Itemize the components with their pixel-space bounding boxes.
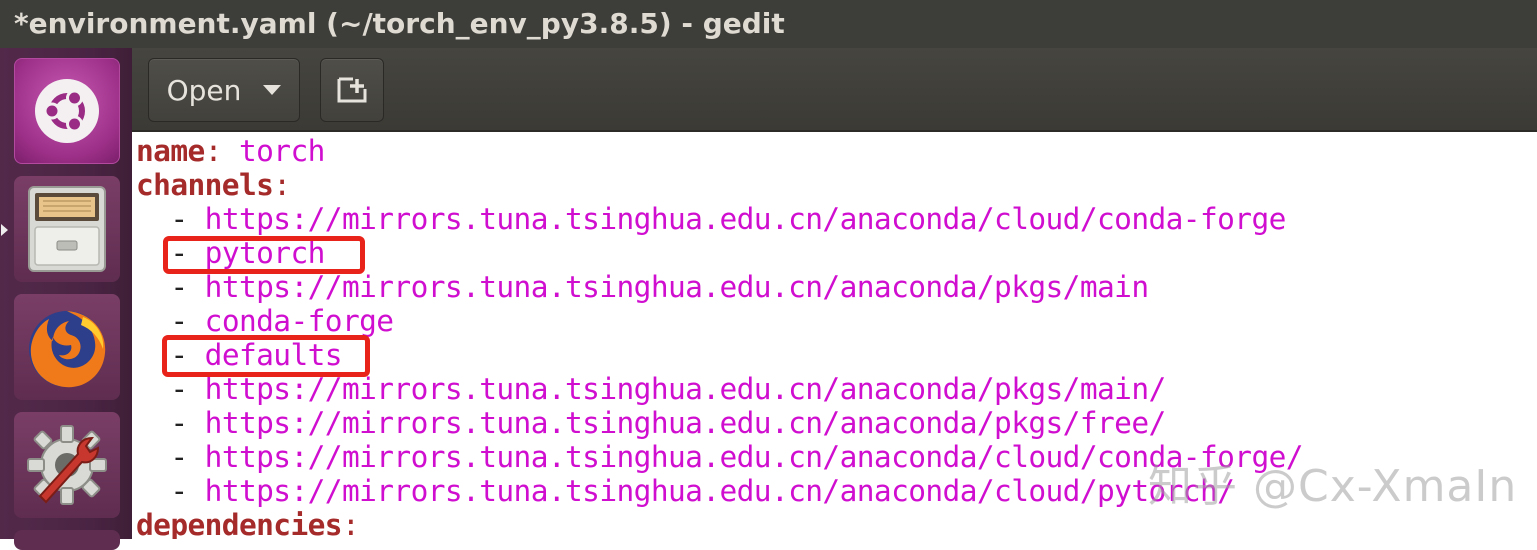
code-line: - https://mirrors.tuna.tsinghua.edu.cn/a…: [136, 440, 1303, 474]
list-dash: -: [136, 202, 205, 236]
gedit-toolbar: Open: [132, 48, 1537, 132]
channel-url: https://mirrors.tuna.tsinghua.edu.cn/ana…: [204, 202, 1287, 236]
code-line: - https://mirrors.tuna.tsinghua.edu.cn/a…: [136, 406, 1166, 440]
caret-down-icon: [263, 85, 282, 95]
launcher-item-partial[interactable]: [14, 530, 120, 550]
list-dash: -: [136, 440, 205, 474]
code-line: dependencies:: [136, 508, 360, 539]
code-line: - https://mirrors.tuna.tsinghua.edu.cn/a…: [136, 270, 1149, 304]
yaml-key: dependencies: [136, 508, 343, 539]
list-dash: -: [136, 406, 205, 440]
list-dash: -: [136, 304, 205, 338]
yaml-key: name: [136, 134, 205, 168]
list-dash: -: [136, 474, 205, 508]
code-line: channels:: [136, 168, 291, 202]
launcher-item-firefox[interactable]: [14, 294, 120, 400]
code-line: name: torch: [136, 134, 325, 168]
ubuntu-logo-icon: [35, 79, 99, 143]
yaml-separator: :: [341, 508, 360, 539]
active-indicator-arrow: [1, 224, 8, 236]
watermark: 知乎 @Cx-XmaIn: [1148, 461, 1518, 512]
yaml-value: torch: [238, 134, 325, 168]
code-line: - https://mirrors.tuna.tsinghua.edu.cn/a…: [136, 202, 1286, 236]
highlight-box-pytorch: [163, 236, 365, 274]
channel-url: https://mirrors.tuna.tsinghua.edu.cn/ana…: [204, 406, 1167, 440]
list-dash: -: [136, 372, 205, 406]
window-title: *environment.yaml (~/torch_env_py3.8.5) …: [0, 0, 1537, 48]
highlight-box-defaults: [162, 335, 370, 377]
channel-url: https://mirrors.tuna.tsinghua.edu.cn/ana…: [204, 474, 1235, 508]
yaml-key: channels: [136, 168, 274, 202]
launcher-item-dash[interactable]: [14, 58, 120, 164]
unity-launcher: [0, 48, 134, 550]
channel-name: conda-forge: [204, 304, 394, 338]
list-dash: -: [136, 270, 205, 304]
yaml-separator: :: [273, 168, 291, 202]
settings-gear-wrench-icon: [27, 425, 107, 505]
code-line: - https://mirrors.tuna.tsinghua.edu.cn/a…: [136, 474, 1235, 508]
channel-url: https://mirrors.tuna.tsinghua.edu.cn/ana…: [204, 372, 1167, 406]
open-button[interactable]: Open: [148, 58, 300, 122]
launcher-item-files[interactable]: [14, 176, 120, 282]
channel-url: https://mirrors.tuna.tsinghua.edu.cn/ana…: [204, 270, 1149, 304]
firefox-icon: [29, 311, 106, 388]
new-document-button[interactable]: [320, 58, 384, 122]
yaml-separator: :: [204, 134, 239, 168]
new-document-plus-icon: [337, 77, 367, 103]
code-line: - conda-forge: [136, 304, 394, 338]
code-line: - https://mirrors.tuna.tsinghua.edu.cn/a…: [136, 372, 1166, 406]
open-button-label: Open: [166, 73, 242, 107]
file-cabinet-icon: [28, 186, 106, 272]
channel-url: https://mirrors.tuna.tsinghua.edu.cn/ana…: [204, 440, 1304, 474]
launcher-item-settings[interactable]: [14, 412, 120, 518]
